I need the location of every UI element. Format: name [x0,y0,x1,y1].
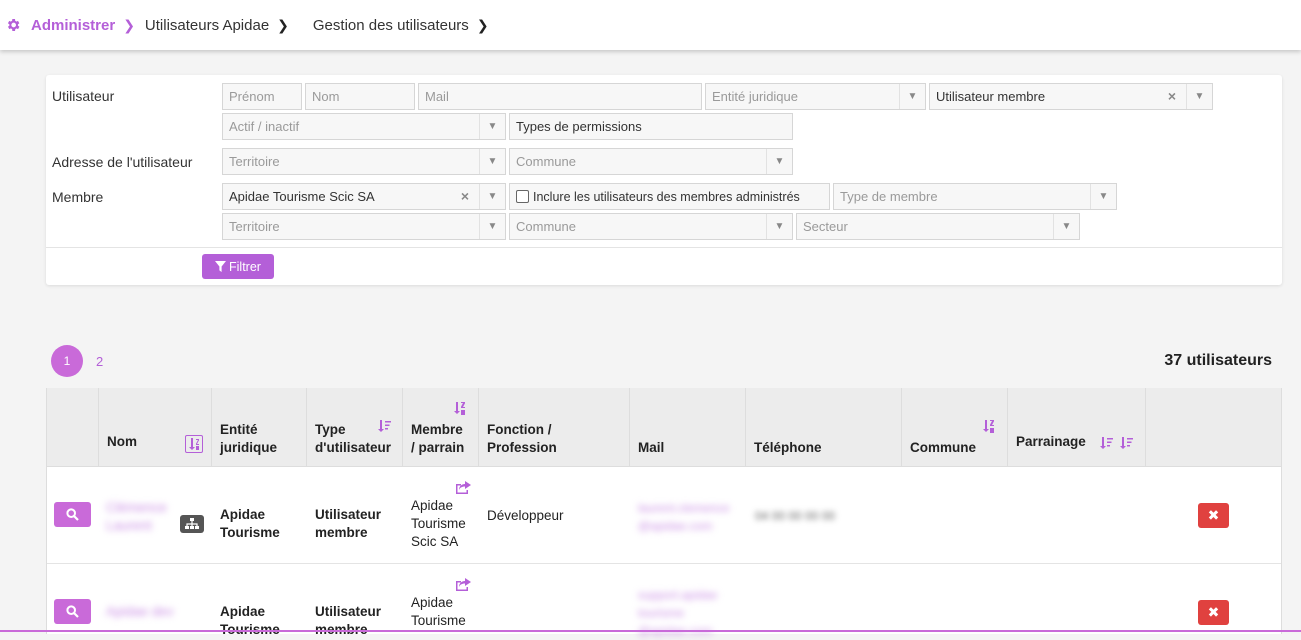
table-row: Apidae dev ApidaeTourisme Utilisateurmem… [47,564,1281,638]
membre-select[interactable]: Apidae Tourisme Scic SA × ▼ [222,183,506,210]
table-row: Clémence Laurent Apidae Tourisme Utilisate… [47,467,1281,564]
col-nom: Nom [99,388,212,467]
prenom-input[interactable]: Prénom [222,83,302,110]
hierarchy-icon[interactable] [180,515,204,533]
search-icon [66,605,79,618]
caret-down-icon: ▼ [766,149,792,174]
secteur-select[interactable]: Secteur ▼ [796,213,1080,240]
delete-user-button[interactable]: ✖ [1198,600,1229,625]
delete-user-button[interactable]: ✖ [1198,503,1229,528]
caret-down-icon: ▼ [766,214,792,239]
actif-inactif-select[interactable]: Actif / inactif ▼ [222,113,506,140]
col-fonction: Fonction / Profession [479,388,630,467]
search-icon [66,508,79,521]
territoire-select[interactable]: Territoire ▼ [222,148,506,175]
filter-icon [215,261,227,272]
chevron-right-icon: ❯ [123,16,135,33]
type-utilisateur-select[interactable]: Utilisateur membre × ▼ [929,83,1213,110]
col-telephone: Téléphone [746,388,902,467]
types-permissions-select[interactable]: Types de permissions [509,113,793,140]
user-telephone: 04 00 00 00 00 [755,509,836,523]
close-icon: ✖ [1207,507,1220,523]
user-fonction: Développeur [487,508,564,523]
close-icon: ✖ [1207,604,1220,620]
sort-icon[interactable] [982,420,996,433]
label-membre: Membre [52,189,104,205]
chevron-right-icon: ❯ [277,16,289,33]
filter-panel: Utilisateur Adresse de l'utilisateur Mem… [46,75,1282,285]
top-bar: Administrer ❯ Utilisateurs Apidae ❯ Gest… [0,0,1301,50]
col-delete [1146,388,1281,467]
col-type: Type d'utilisateur [307,388,403,467]
membre-territoire-select[interactable]: Territoire ▼ [222,213,506,240]
entite-juridique-select[interactable]: Entité juridique ▼ [705,83,926,110]
share-icon[interactable] [456,578,471,591]
sort-desc-icon[interactable] [1099,437,1113,450]
col-parrainage: Parrainage [1008,388,1146,467]
caret-down-icon: ▼ [1090,184,1116,209]
col-commune: Commune [902,388,1008,467]
filtrer-button[interactable]: Filtrer [202,254,274,279]
caret-down-icon: ▼ [1186,84,1212,109]
user-name[interactable]: Apidae dev [106,603,174,621]
user-type: Utilisateurmembre [315,507,382,540]
users-table: Nom Entité juridique Type d'utilisateur Me… [46,388,1282,638]
mail-input[interactable]: Mail [418,83,702,110]
table-header: Nom Entité juridique Type d'utilisateur Me… [47,388,1281,467]
caret-down-icon: ▼ [479,149,505,174]
divider [46,247,1282,248]
label-adresse: Adresse de l'utilisateur [52,154,193,170]
clear-icon[interactable]: × [461,188,469,204]
breadcrumb-utilisateurs-apidae[interactable]: Utilisateurs Apidae [145,17,269,34]
sort-desc-icon[interactable] [377,420,391,433]
user-name[interactable]: Clémence Laurent [106,499,167,535]
commune-select[interactable]: Commune ▼ [509,148,793,175]
view-user-button[interactable] [54,599,91,624]
share-icon[interactable] [456,481,471,494]
sort-icon[interactable] [185,435,203,453]
clear-icon[interactable]: × [1168,88,1176,104]
chevron-right-icon: ❯ [476,16,489,33]
nom-input[interactable]: Nom [305,83,415,110]
sort-icon[interactable] [453,402,467,415]
page-2-link[interactable]: 2 [96,354,103,369]
caret-down-icon: ▼ [479,184,505,209]
inclure-membres-checkbox-field[interactable]: Inclure les utilisateurs des membres adm… [509,183,830,210]
view-user-button[interactable] [54,502,91,527]
membre-commune-select[interactable]: Commune ▼ [509,213,793,240]
breadcrumb-administrer[interactable]: Administrer [31,17,115,34]
page-1-button[interactable]: 1 [51,345,83,377]
user-membre: Apidae Tourisme Scic SA [411,498,466,549]
users-count: 37 utilisateurs [1164,352,1272,369]
col-mail: Mail [630,388,746,467]
label-utilisateur: Utilisateur [52,88,115,104]
type-membre-select[interactable]: Type de membre ▼ [833,183,1117,210]
user-membre: Apidae Tourisme [411,595,466,628]
col-actions [47,388,99,467]
caret-down-icon: ▼ [1053,214,1079,239]
caret-down-icon: ▼ [899,84,925,109]
user-entite: ApidaeTourisme [220,507,280,540]
inclure-checkbox[interactable] [516,190,529,203]
breadcrumb-gestion-utilisateurs[interactable]: Gestion des utilisateurs [313,17,469,34]
user-mail[interactable]: laurent.clemence @apidae.com [638,499,729,535]
gear-icon [7,19,20,31]
caret-down-icon: ▼ [479,214,505,239]
breadcrumb: Administrer ❯ Utilisateurs Apidae ❯ Gest… [5,17,499,34]
sort-desc-icon[interactable] [1119,437,1133,450]
col-membre: Membre / parrain [403,388,479,467]
bottom-accent-line [0,630,1301,632]
col-entite: Entité juridique [212,388,307,467]
caret-down-icon: ▼ [479,114,505,139]
